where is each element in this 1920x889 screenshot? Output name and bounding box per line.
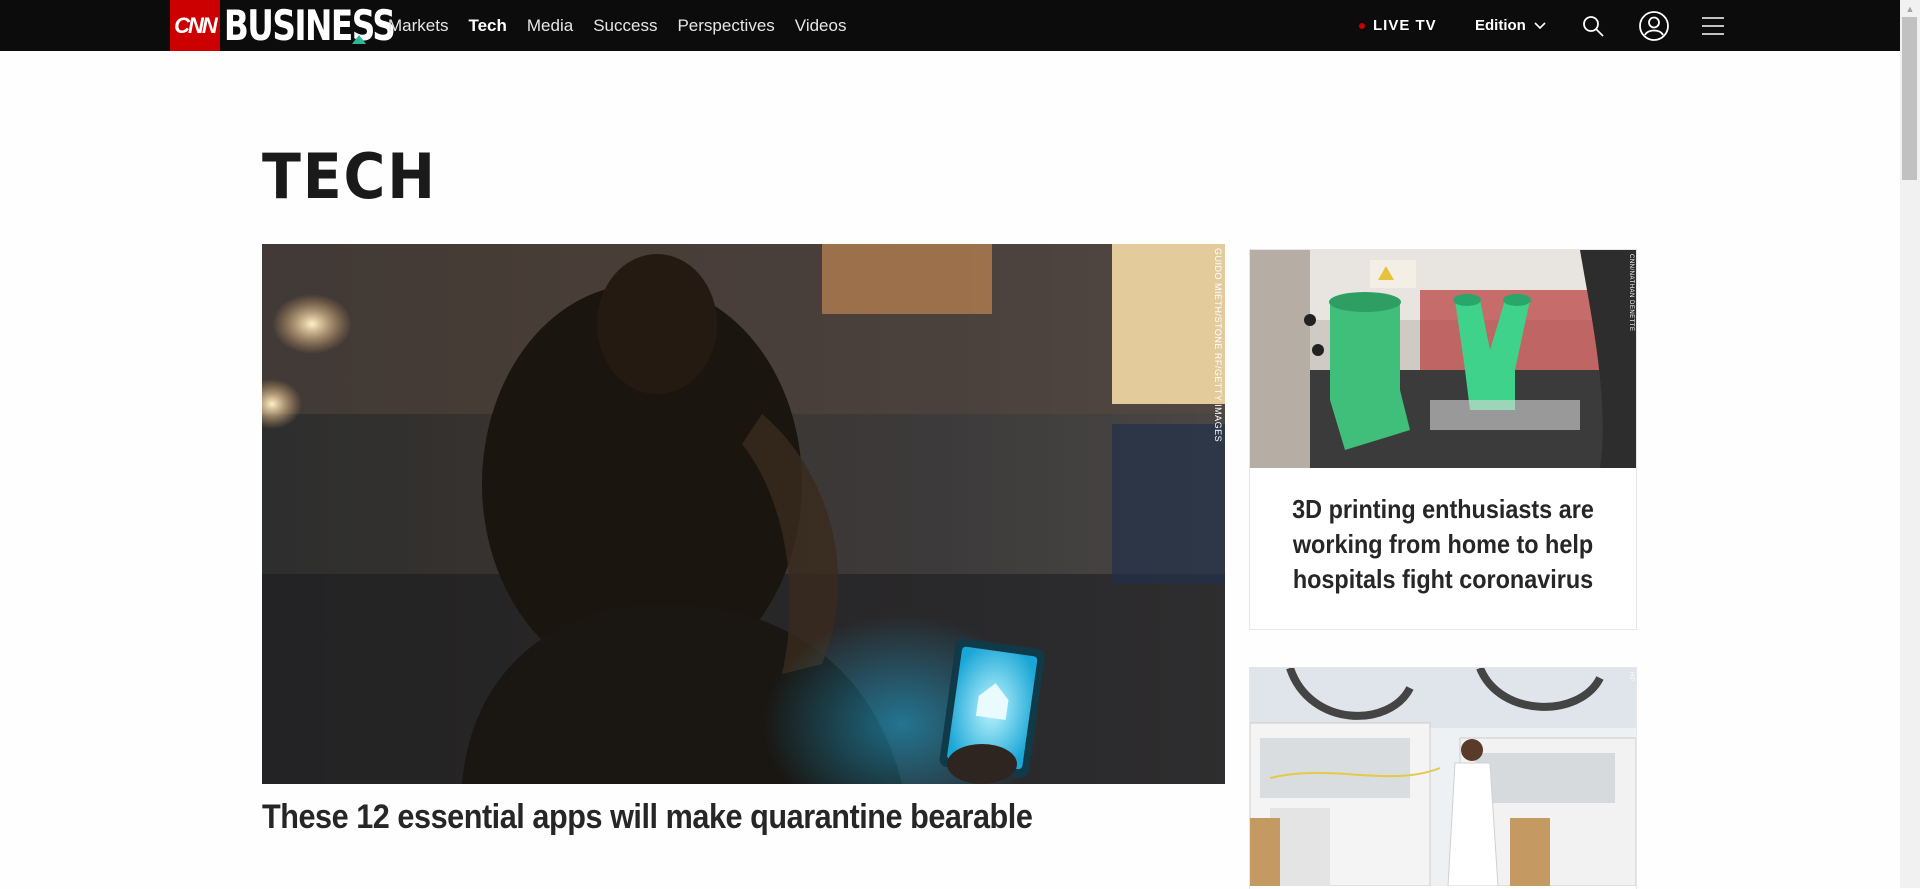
- page-title: TECH: [262, 140, 437, 213]
- live-tv-label: LIVE TV: [1373, 17, 1437, 34]
- story-card[interactable]: HP: [1249, 667, 1637, 889]
- nav-videos[interactable]: Videos: [795, 16, 847, 36]
- nav-media[interactable]: Media: [527, 16, 573, 36]
- business-wordmark: BUSINESS: [223, 1, 396, 50]
- search-icon[interactable]: [1576, 9, 1610, 43]
- nav-markets[interactable]: Markets: [388, 16, 448, 36]
- story-card-headline[interactable]: 3D printing enthusiasts are working from…: [1250, 492, 1636, 597]
- top-nav-bar: CNN BUSINESS Markets Tech Media Success …: [0, 0, 1900, 51]
- edition-dropdown[interactable]: Edition: [1475, 0, 1546, 51]
- page-scrollbar[interactable]: ▲: [1900, 0, 1920, 888]
- story-card-credit: HP: [1628, 672, 1634, 682]
- story-card[interactable]: CNN/NATHAN DENETTE 3D printing enthusias…: [1249, 249, 1637, 630]
- account-icon[interactable]: [1637, 9, 1671, 43]
- edition-label: Edition: [1475, 17, 1526, 34]
- story-card-image[interactable]: [1250, 250, 1636, 468]
- scrollbar-thumb[interactable]: [1902, 17, 1917, 180]
- nav-success[interactable]: Success: [593, 16, 657, 36]
- hero-image-credit: GUIDO MIETH/STONE RF/GETTY IMAGES: [1213, 248, 1223, 443]
- live-dot-icon: [1359, 22, 1365, 29]
- nav-perspectives[interactable]: Perspectives: [677, 16, 774, 36]
- logo-triangle-icon: [352, 35, 366, 44]
- hero-headline-link[interactable]: These 12 essential apps will make quaran…: [262, 798, 1033, 837]
- story-card-image[interactable]: [1250, 668, 1636, 886]
- cnn-logo: CNN: [170, 0, 220, 51]
- live-tv-link[interactable]: LIVE TV: [1359, 0, 1437, 51]
- scroll-up-icon[interactable]: ▲: [1900, 0, 1920, 17]
- hero-image[interactable]: GUIDO MIETH/STONE RF/GETTY IMAGES: [262, 244, 1225, 784]
- story-card-headline-text: 3D printing enthusiasts are working from…: [1292, 494, 1594, 594]
- primary-nav: Markets Tech Media Success Perspectives …: [388, 0, 846, 51]
- chevron-down-icon: [1534, 17, 1546, 34]
- nav-tech[interactable]: Tech: [468, 16, 506, 36]
- story-card-credit: CNN/NATHAN DENETTE: [1628, 254, 1634, 332]
- menu-icon[interactable]: [1696, 9, 1730, 43]
